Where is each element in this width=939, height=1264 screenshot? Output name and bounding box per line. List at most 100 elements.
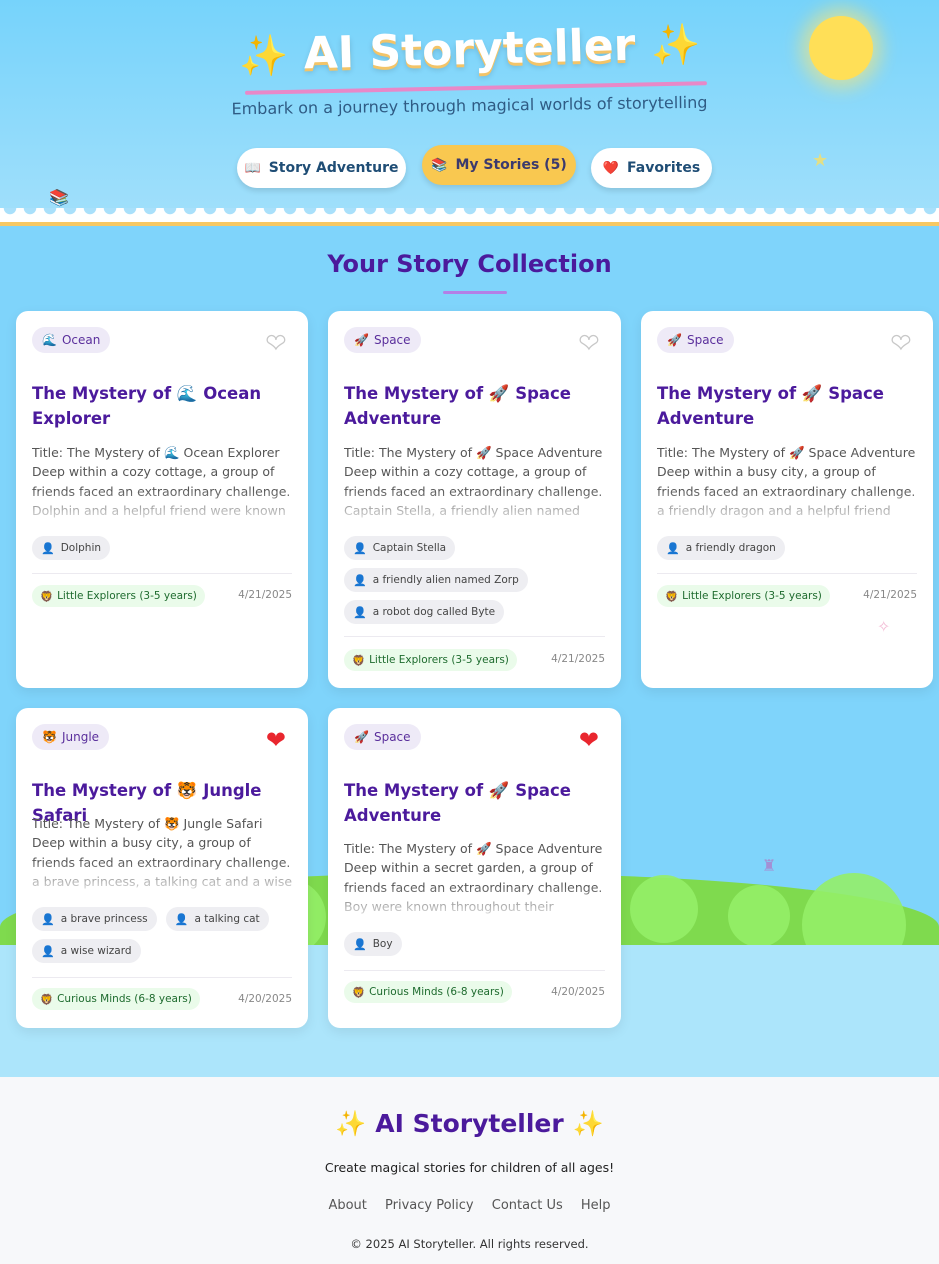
lion-icon: 🦁	[40, 590, 54, 603]
person-icon: 👤	[41, 944, 55, 958]
character-name: a friendly dragon	[685, 542, 776, 554]
story-title: The Mystery of 🚀 Space Adventure	[344, 384, 571, 428]
character-chip: 👤 a friendly alien named Zorp	[344, 568, 528, 592]
character-list: 👤 a friendly dragon	[657, 536, 921, 568]
open-book-icon: 📖	[244, 160, 261, 176]
footer-link-contact[interactable]: Contact Us	[492, 1198, 563, 1213]
story-date: 4/20/2025	[551, 986, 605, 998]
age-group-label: Little Explorers (3-5 years)	[682, 590, 822, 602]
collection-title-underline	[443, 291, 507, 294]
sparkle-icon: ✨	[335, 1109, 367, 1138]
theme-label: Space	[373, 333, 411, 347]
favorite-heart-icon[interactable]: ❤	[578, 330, 599, 355]
age-group-badge: 🦁 Little Explorers (3-5 years)	[32, 585, 205, 607]
character-chip: 👤 Captain Stella	[344, 536, 456, 560]
character-name: Captain Stella	[372, 542, 447, 554]
footer-link-privacy[interactable]: Privacy Policy	[385, 1198, 474, 1213]
lion-icon: 🦁	[665, 590, 679, 603]
hill-bump	[630, 875, 698, 943]
person-icon: 👤	[353, 541, 367, 555]
age-group-label: Curious Minds (6-8 years)	[369, 986, 504, 998]
favorite-heart-icon[interactable]: ❤	[579, 728, 599, 752]
lion-icon: 🦁	[40, 993, 54, 1006]
story-title: The Mystery of 🚀 Space Adventure	[344, 781, 571, 825]
character-list: 👤 Captain Stella 👤 a friendly alien named …	[344, 536, 609, 632]
sparkle-icon: ✨	[650, 21, 702, 70]
wave-icon: 🌊	[42, 333, 57, 347]
story-title: The Mystery of 🚀 Space Adventure	[657, 384, 884, 428]
favorite-heart-icon[interactable]: ❤	[890, 330, 911, 355]
theme-tag: 🚀 Space	[344, 327, 421, 353]
app-subtitle: Embark on a journey through magical worl…	[231, 92, 708, 119]
theme-label: Space	[373, 730, 411, 744]
theme-label: Ocean	[61, 333, 101, 347]
character-name: a brave princess	[60, 913, 148, 925]
character-name: a wise wizard	[60, 945, 132, 957]
footer-link-about[interactable]: About	[328, 1198, 366, 1213]
footer-links: About Privacy Policy Contact Us Help	[0, 1198, 939, 1213]
character-name: a talking cat	[194, 913, 260, 925]
story-excerpt: Title: The Mystery of 🚀 Space Adventure …	[657, 445, 916, 518]
nav-favorites[interactable]: ❤️ Favorites	[591, 148, 712, 188]
age-group-label: Little Explorers (3-5 years)	[57, 590, 197, 602]
person-icon: 👤	[174, 912, 189, 926]
heart-icon: ❤️	[602, 160, 619, 176]
theme-tag: 🚀 Space	[657, 327, 734, 353]
fairy-icon: ✧	[877, 617, 891, 636]
character-name: Boy	[372, 938, 393, 950]
nav-label: My Stories (5)	[455, 157, 567, 173]
character-name: Dolphin	[60, 542, 102, 554]
favorite-heart-icon[interactable]: ❤	[266, 728, 286, 752]
person-icon: 👤	[353, 573, 367, 587]
character-chip: 👤 a wise wizard	[32, 939, 141, 963]
nav-story-adventure[interactable]: 📖 Story Adventure	[237, 148, 406, 188]
sparkle-icon: ✨	[238, 32, 290, 81]
character-list: 👤 Dolphin	[32, 536, 296, 568]
footer-title-text: AI Storyteller	[375, 1109, 564, 1138]
character-list: 👤 Boy	[344, 932, 609, 964]
story-excerpt: Title: The Mystery of 🐯 Jungle Safari De…	[32, 816, 293, 889]
story-date: 4/21/2025	[863, 589, 917, 601]
theme-tag: 🌊 Ocean	[32, 327, 111, 353]
character-name: a friendly alien named Zorp	[372, 574, 519, 586]
story-date: 4/21/2025	[551, 653, 605, 665]
collection-title: Your Story Collection	[327, 250, 612, 278]
character-chip: 👤 a friendly dragon	[657, 536, 785, 560]
character-name: a robot dog called Byte	[372, 606, 496, 618]
rocket-icon: 🚀	[667, 333, 682, 347]
story-card[interactable]: 🐯 Jungle ❤ The Mystery of 🐯 Jungle Safar…	[16, 708, 308, 1028]
story-card[interactable]: 🚀 Space ❤ The Mystery of 🚀 Space Adventu…	[328, 311, 621, 688]
story-title: The Mystery of 🌊 Ocean Explorer	[32, 384, 262, 428]
footer-link-help[interactable]: Help	[581, 1198, 611, 1213]
person-icon: 👤	[353, 937, 367, 951]
rocket-icon: 🚀	[354, 333, 369, 347]
favorite-heart-icon[interactable]: ❤	[265, 330, 286, 355]
theme-label: Jungle	[61, 730, 100, 744]
person-icon: 👤	[41, 912, 55, 926]
age-group-label: Curious Minds (6-8 years)	[57, 993, 192, 1005]
story-date: 4/20/2025	[238, 993, 292, 1005]
story-date: 4/21/2025	[238, 589, 292, 601]
sparkle-icon: ✨	[572, 1109, 604, 1138]
age-group-badge: 🦁 Curious Minds (6-8 years)	[32, 988, 200, 1010]
story-card[interactable]: 🌊 Ocean ❤ The Mystery of 🌊 Ocean Explore…	[16, 311, 308, 688]
footer: ✨ AI Storyteller ✨ Create magical storie…	[0, 1077, 939, 1264]
hill-bump	[728, 885, 790, 947]
story-excerpt: Title: The Mystery of 🚀 Space Adventure …	[344, 445, 603, 518]
floating-books-icon: 📚	[49, 188, 69, 207]
tiger-icon: 🐯	[42, 730, 57, 744]
character-chip: 👤 Dolphin	[32, 536, 111, 560]
floating-star-icon: ★	[812, 150, 829, 171]
card-divider	[344, 970, 605, 971]
character-chip: 👤 Boy	[344, 932, 402, 956]
card-divider	[32, 573, 292, 574]
story-card[interactable]: 🚀 Space ❤ The Mystery of 🚀 Space Adventu…	[328, 708, 621, 1028]
age-group-badge: 🦁 Curious Minds (6-8 years)	[344, 981, 512, 1003]
scalloped-border	[0, 208, 939, 226]
story-excerpt: Title: The Mystery of 🚀 Space Adventure …	[344, 841, 603, 914]
nav-my-stories[interactable]: 📚 My Stories (5)	[422, 145, 576, 185]
character-chip: 👤 a brave princess	[32, 907, 157, 931]
age-group-badge: 🦁 Little Explorers (3-5 years)	[344, 649, 517, 671]
person-icon: 👤	[353, 605, 367, 619]
main-nav: 📖 Story Adventure 📚 My Stories (5) ❤️ Fa…	[0, 145, 939, 191]
